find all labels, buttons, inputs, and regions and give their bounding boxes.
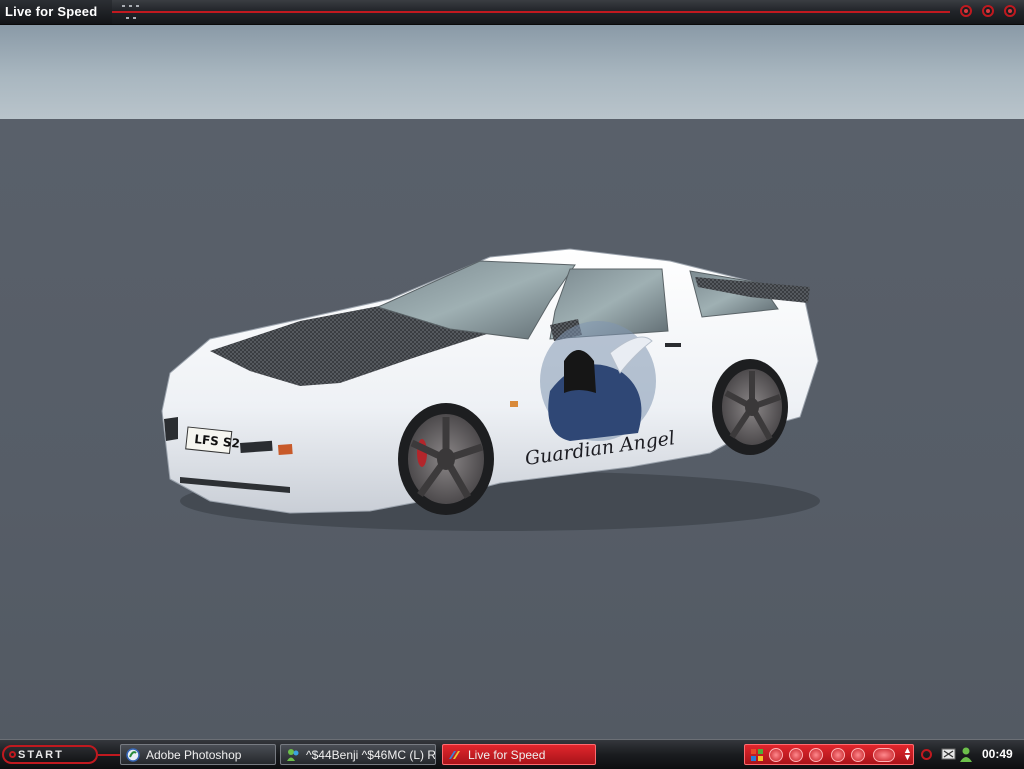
livery-artwork: [540, 321, 656, 441]
window-title: Live for Speed: [5, 4, 98, 19]
title-grip-dots: [122, 3, 148, 21]
side-marker-light: [510, 401, 518, 407]
pause-button[interactable]: [789, 748, 803, 762]
clock[interactable]: 00:49: [982, 747, 1013, 761]
photoshop-icon: [126, 747, 140, 762]
start-icon: [9, 751, 16, 758]
play-button[interactable]: [809, 748, 823, 762]
close-button[interactable]: [1004, 5, 1016, 17]
minimize-button[interactable]: [960, 5, 972, 17]
messenger-status-icon[interactable]: [959, 747, 973, 762]
start-button[interactable]: START: [2, 745, 98, 764]
task-adobe-photoshop[interactable]: Adobe Photoshop: [120, 744, 276, 765]
scroll-arrows-icon[interactable]: ▲ ▼: [903, 746, 912, 762]
front-wheel: [398, 403, 494, 515]
title-tab: Live for Speed: [0, 0, 112, 24]
title-accent-line: [112, 11, 950, 13]
task-label: ^$44Benji ^$46MC (L) R ...: [306, 747, 436, 762]
tray-indicator[interactable]: [921, 749, 932, 760]
previous-button[interactable]: [831, 748, 845, 762]
media-controls: ▲ ▼: [744, 744, 914, 765]
taskbar: START Adobe Photoshop ^$44Benji ^$46MC (…: [0, 739, 1024, 769]
messenger-icon: [287, 748, 299, 761]
rear-wheel: [712, 359, 788, 455]
game-viewport[interactable]: Guardian Angel LFS S2: [0, 25, 1024, 739]
task-label: Live for Speed: [468, 747, 546, 762]
turn-signal: [278, 444, 293, 455]
volume-button[interactable]: [873, 748, 895, 762]
next-button[interactable]: [851, 748, 865, 762]
sky: [0, 25, 1024, 119]
front-vent-left: [164, 417, 178, 441]
stop-button[interactable]: [769, 748, 783, 762]
task-label: Adobe Photoshop: [146, 747, 242, 762]
maximize-button[interactable]: [982, 5, 994, 17]
task-messenger[interactable]: ^$44Benji ^$46MC (L) R ...: [280, 744, 436, 765]
car-model: Guardian Angel LFS S2: [161, 248, 820, 531]
start-label: START: [18, 748, 64, 761]
windows-logo-icon: [751, 749, 763, 761]
title-bar[interactable]: Live for Speed: [0, 0, 1024, 25]
door-handle: [665, 343, 681, 347]
network-icon[interactable]: [941, 748, 956, 761]
task-live-for-speed[interactable]: Live for Speed: [442, 744, 596, 765]
start-accent-line: [98, 754, 120, 756]
lfs-icon: [449, 750, 460, 759]
